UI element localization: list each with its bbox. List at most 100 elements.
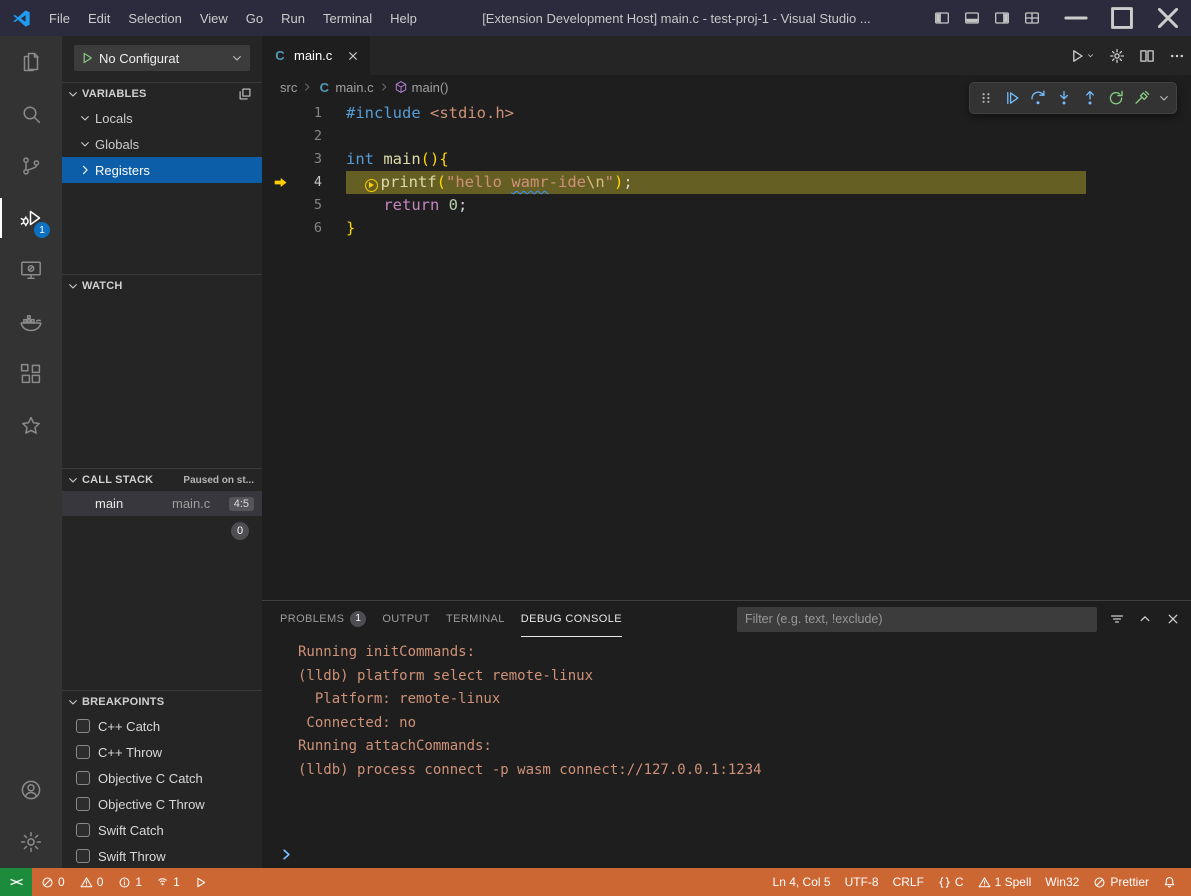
breadcrumb-src[interactable]: src	[280, 80, 297, 95]
breakpoint-item[interactable]: Swift Throw	[62, 843, 262, 868]
customize-layout-icon[interactable]	[1024, 10, 1040, 26]
tab-main-c[interactable]: C main.c	[262, 36, 370, 75]
filter-icon[interactable]	[1109, 611, 1125, 627]
breakpoint-item[interactable]: Objective C Catch	[62, 765, 262, 791]
minimize-button[interactable]	[1053, 0, 1099, 36]
breadcrumb-file[interactable]: main.c	[335, 80, 373, 95]
gear-icon[interactable]	[1109, 48, 1125, 64]
run-menu-button[interactable]	[1069, 48, 1095, 64]
breakpoint-item[interactable]: C++ Throw	[62, 739, 262, 765]
breakpoint-gutter[interactable]	[262, 217, 298, 240]
close-tab-icon[interactable]	[346, 49, 360, 63]
menu-help[interactable]: Help	[381, 0, 426, 36]
stack-frame[interactable]: main main.c 4:5	[62, 491, 262, 516]
eol-indicator[interactable]: CRLF	[886, 868, 931, 896]
restart-button[interactable]	[1103, 85, 1129, 111]
code-line-text[interactable]: #include <stdio.h>	[346, 102, 514, 125]
step-over-button[interactable]	[1025, 85, 1051, 111]
debug-console-output[interactable]: Running initCommands: (lldb) platform se…	[262, 637, 1191, 868]
language-mode[interactable]: C	[931, 868, 971, 896]
activity-search[interactable]	[0, 88, 62, 140]
breakpoint-gutter[interactable]	[262, 125, 298, 148]
debug-config-dropdown[interactable]: No Configurat	[74, 45, 250, 71]
step-out-button[interactable]	[1077, 85, 1103, 111]
spell-checker-status[interactable]: 1 Spell	[971, 868, 1039, 896]
tab-debug-console[interactable]: DEBUG CONSOLE	[521, 601, 622, 637]
breakpoint-gutter[interactable]	[262, 102, 298, 125]
code-line-text[interactable]: }	[346, 217, 355, 240]
console-prompt-icon[interactable]	[279, 847, 294, 862]
menu-view[interactable]: View	[191, 0, 237, 36]
continue-button[interactable]	[999, 85, 1025, 111]
code-line-text[interactable]: printf("hello wamr-ide\n");	[346, 171, 1086, 194]
ports-status[interactable]: 1	[149, 868, 187, 896]
menu-terminal[interactable]: Terminal	[314, 0, 381, 36]
checkbox-unchecked[interactable]	[76, 849, 90, 863]
menu-edit[interactable]: Edit	[79, 0, 119, 36]
problems-status[interactable]: 0 0 1	[34, 868, 149, 896]
tab-terminal[interactable]: TERMINAL	[446, 601, 505, 637]
notifications-bell[interactable]	[1156, 868, 1183, 896]
checkbox-unchecked[interactable]	[76, 719, 90, 733]
disconnect-button[interactable]	[1129, 85, 1155, 111]
remote-indicator[interactable]: ><	[0, 868, 32, 896]
maximize-panel-icon[interactable]	[1137, 611, 1153, 627]
code-editor[interactable]: 1#include <stdio.h>23int main(){4 printf…	[262, 99, 1191, 600]
console-filter-input[interactable]	[737, 607, 1097, 632]
toggle-panel-icon[interactable]	[964, 10, 980, 26]
variables-registers[interactable]: Registers	[62, 157, 262, 183]
breadcrumb-symbol[interactable]: main()	[412, 80, 449, 95]
menu-go[interactable]: Go	[237, 0, 272, 36]
breakpoint-item[interactable]: C++ Catch	[62, 713, 262, 739]
menu-selection[interactable]: Selection	[119, 0, 190, 36]
vscode-window: File Edit Selection View Go Run Terminal…	[0, 0, 1191, 896]
encoding-indicator[interactable]: UTF-8	[838, 868, 886, 896]
activity-remote-explorer[interactable]	[0, 244, 62, 296]
breakpoints-header[interactable]: BREAKPOINTS	[62, 691, 262, 713]
debug-launch-status[interactable]	[187, 868, 214, 896]
breakpoint-gutter[interactable]	[262, 148, 298, 171]
breakpoint-item[interactable]: Swift Catch	[62, 817, 262, 843]
breakpoint-item[interactable]: Objective C Throw	[62, 791, 262, 817]
activity-accounts[interactable]	[0, 764, 62, 816]
activity-docker[interactable]	[0, 296, 62, 348]
checkbox-unchecked[interactable]	[76, 745, 90, 759]
activity-source-control[interactable]	[0, 140, 62, 192]
collapse-all-icon[interactable]	[238, 87, 252, 101]
activity-wamr-ide[interactable]	[0, 400, 62, 452]
code-line-text[interactable]: int main(){	[346, 148, 449, 171]
code-line-text[interactable]: return 0;	[346, 194, 467, 217]
tab-problems[interactable]: PROBLEMS 1	[280, 601, 366, 637]
step-into-button[interactable]	[1051, 85, 1077, 111]
breakpoint-gutter[interactable]	[262, 194, 298, 217]
drag-handle[interactable]	[973, 85, 999, 111]
close-button[interactable]	[1145, 0, 1191, 36]
activity-run-debug[interactable]: 1	[0, 192, 62, 244]
split-editor-icon[interactable]	[1139, 48, 1155, 64]
start-debug-icon[interactable]	[80, 51, 94, 65]
close-panel-icon[interactable]	[1165, 611, 1181, 627]
formatter-status[interactable]: Prettier	[1086, 868, 1156, 896]
activity-extensions[interactable]	[0, 348, 62, 400]
checkbox-unchecked[interactable]	[76, 797, 90, 811]
checkbox-unchecked[interactable]	[76, 823, 90, 837]
variables-globals[interactable]: Globals	[62, 131, 262, 157]
watch-header[interactable]: WATCH	[62, 275, 262, 297]
debug-actions-chevron-icon[interactable]	[1157, 91, 1171, 105]
maximize-button[interactable]	[1099, 0, 1145, 36]
platform-indicator[interactable]: Win32	[1038, 868, 1086, 896]
activity-explorer[interactable]	[0, 36, 62, 88]
variables-header[interactable]: VARIABLES	[62, 83, 262, 105]
menu-file[interactable]: File	[40, 0, 79, 36]
toggle-secondary-sidebar-icon[interactable]	[994, 10, 1010, 26]
checkbox-unchecked[interactable]	[76, 771, 90, 785]
toggle-sidebar-icon[interactable]	[934, 10, 950, 26]
tab-output[interactable]: OUTPUT	[382, 601, 430, 637]
more-actions-icon[interactable]	[1169, 48, 1185, 64]
activity-settings[interactable]	[0, 816, 62, 868]
call-stack-header[interactable]: CALL STACK Paused on st...	[62, 469, 262, 491]
cursor-position[interactable]: Ln 4, Col 5	[766, 868, 838, 896]
variables-locals[interactable]: Locals	[62, 105, 262, 131]
current-line-arrow-icon[interactable]	[262, 171, 298, 194]
menu-run[interactable]: Run	[272, 0, 314, 36]
